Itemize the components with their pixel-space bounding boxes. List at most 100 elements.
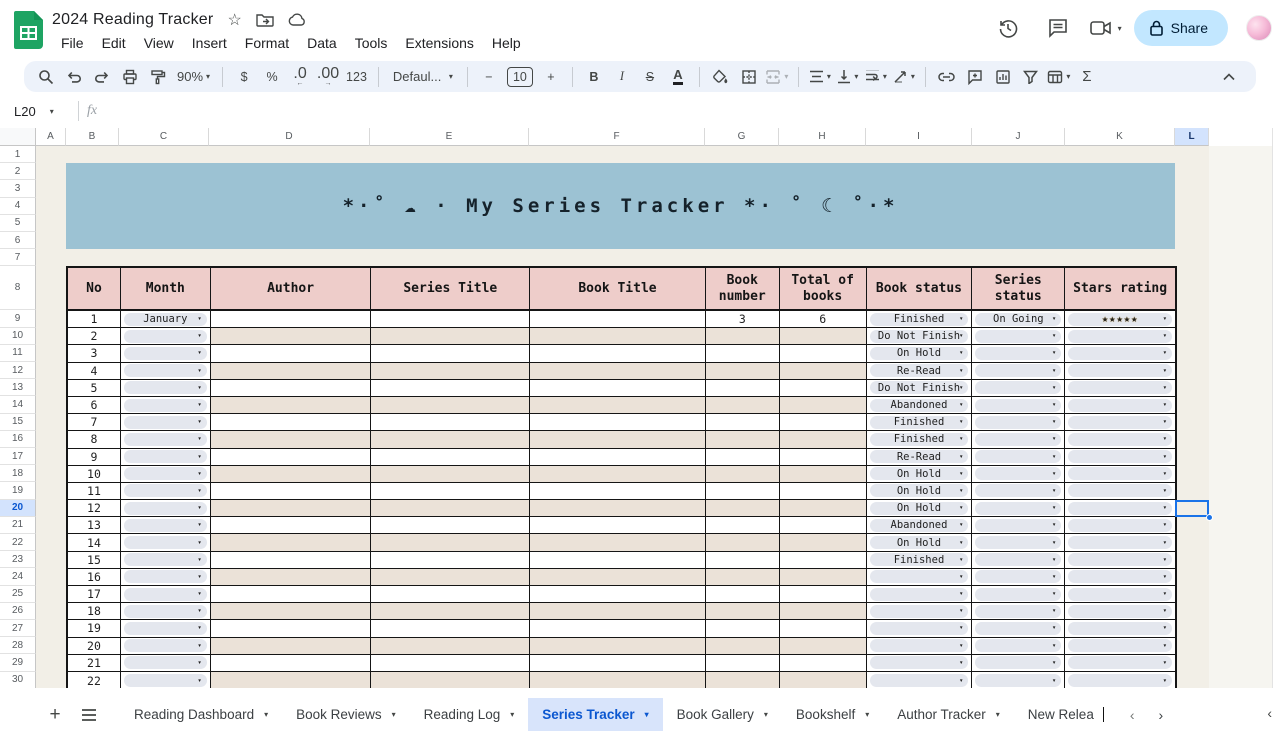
total-of-books-cell[interactable] [779,328,867,345]
move-folder-icon[interactable] [256,13,274,27]
book-title-cell[interactable] [530,620,706,637]
series-status-dropdown[interactable]: ▾ [975,329,1062,343]
stars-rating-dropdown[interactable]: ▾ [1068,570,1173,584]
series-title-cell[interactable] [371,671,531,688]
author-cell[interactable] [211,517,372,534]
month-cell[interactable]: ▾ [121,517,211,534]
name-box[interactable]: L20 ▾ [0,104,76,119]
stars-rating-dropdown[interactable]: ▾ [1068,639,1173,653]
book-status-dropdown[interactable]: ▾ [869,587,969,601]
month-dropdown[interactable]: ▾ [123,450,207,464]
tabs-scroll-right-icon[interactable]: › [1147,707,1176,723]
no-cell[interactable]: 9 [68,448,121,465]
stars-rating-cell[interactable]: ▾ [1065,363,1175,379]
book-title-cell[interactable] [530,654,706,671]
stars-rating-cell[interactable]: ▾ [1065,638,1175,654]
book-status-cell[interactable]: ▾ [867,568,973,585]
series-status-dropdown[interactable]: ▾ [975,467,1062,481]
column-header-H[interactable]: H [779,128,866,146]
book-status-dropdown[interactable]: ▾ [869,656,969,670]
vertical-scrollbar[interactable] [1272,128,1280,688]
book-number-cell[interactable] [706,448,780,465]
book-title-cell[interactable] [530,396,706,414]
no-cell[interactable]: 21 [68,654,121,671]
total-of-books-cell[interactable] [780,345,867,362]
series-title-cell[interactable] [371,414,531,431]
stars-rating-cell[interactable]: ▾ [1065,620,1175,636]
series-title-cell[interactable] [371,311,531,328]
series-title-cell[interactable] [371,637,531,654]
functions-button[interactable]: Σ [1074,65,1100,89]
month-dropdown[interactable]: ▾ [123,570,207,584]
series-status-cell[interactable]: ▾ [972,465,1066,482]
series-status-dropdown[interactable]: ▾ [975,484,1062,498]
book-status-cell[interactable]: Re-Read ▾ [867,448,973,465]
total-of-books-cell[interactable]: 6 [780,311,867,328]
no-cell[interactable]: 4 [68,362,121,379]
column-header-J[interactable]: J [972,128,1065,146]
total-of-books-cell[interactable] [779,431,867,448]
book-status-cell[interactable]: On Hold ▾ [867,465,973,482]
stars-rating-cell[interactable]: ▾ [1065,345,1175,361]
print-icon[interactable] [117,65,143,89]
book-title-cell[interactable] [530,586,706,603]
stars-rating-dropdown[interactable]: ▾ [1068,381,1173,395]
series-status-dropdown[interactable]: ▾ [975,450,1062,464]
total-of-books-cell[interactable] [779,362,867,379]
video-call-menu-arrow[interactable]: ▾ [1118,24,1122,33]
book-title-cell[interactable] [530,362,706,379]
row-header-14[interactable]: 14 [0,396,36,414]
series-status-dropdown[interactable]: ▾ [975,621,1062,635]
sheet-tab-new-relea[interactable]: New Relea [1014,698,1118,731]
book-status-dropdown[interactable]: ▾ [869,674,969,688]
series-status-cell[interactable]: On Going ▾ [972,311,1066,328]
version-history-icon[interactable] [989,12,1027,44]
series-title-cell[interactable] [371,603,531,620]
month-dropdown[interactable]: ▾ [123,415,207,429]
font-select[interactable]: Defaul... ▾ [387,65,459,89]
stars-rating-cell[interactable]: ▾ [1065,655,1175,671]
menu-view[interactable]: View [135,33,183,53]
series-status-dropdown[interactable]: ▾ [975,536,1062,550]
stars-rating-cell[interactable]: ▾ [1065,466,1175,482]
total-of-books-cell[interactable] [779,465,867,482]
month-cell[interactable]: ▾ [121,414,211,431]
row-header-8[interactable]: 8 [0,266,36,311]
row-header-12[interactable]: 12 [0,362,36,380]
total-of-books-cell[interactable] [780,654,867,671]
book-status-cell[interactable]: Finished ▾ [867,551,973,568]
row-header-19[interactable]: 19 [0,482,36,500]
series-title-cell[interactable] [371,448,531,465]
series-title-cell[interactable] [371,500,531,517]
series-status-dropdown[interactable]: ▾ [975,432,1062,446]
total-of-books-cell[interactable] [780,379,867,396]
book-title-cell[interactable] [530,345,706,362]
month-dropdown[interactable]: ▾ [123,501,207,515]
row-header-13[interactable]: 13 [0,379,36,397]
menu-help[interactable]: Help [483,33,530,53]
row-header-9[interactable]: 9 [0,310,36,328]
redo-icon[interactable] [89,65,115,89]
book-number-cell[interactable] [706,551,780,568]
series-status-cell[interactable]: ▾ [972,396,1066,414]
book-status-dropdown[interactable]: On Hold ▾ [869,484,969,498]
row-header-4[interactable]: 4 [0,197,36,215]
borders-icon[interactable] [736,65,762,89]
series-status-dropdown[interactable]: ▾ [975,364,1062,378]
book-number-cell[interactable] [705,362,780,379]
column-header-F[interactable]: F [529,128,705,146]
stars-rating-cell[interactable]: ▾ [1065,603,1175,619]
author-cell[interactable] [210,534,372,551]
month-cell[interactable]: ▾ [121,431,211,448]
book-number-cell[interactable] [705,603,780,620]
series-title-cell[interactable] [371,396,531,414]
tabs-scroll-left-icon[interactable]: ‹ [1118,707,1147,723]
book-number-cell[interactable] [706,379,780,396]
video-call-button[interactable]: ▾ [1089,18,1122,38]
book-status-cell[interactable]: ▾ [867,586,973,603]
month-cell[interactable]: ▾ [121,637,211,654]
book-title-cell[interactable] [530,671,706,688]
book-title-cell[interactable] [530,448,706,465]
book-title-cell[interactable] [530,534,706,551]
series-status-cell[interactable]: ▾ [972,448,1066,465]
